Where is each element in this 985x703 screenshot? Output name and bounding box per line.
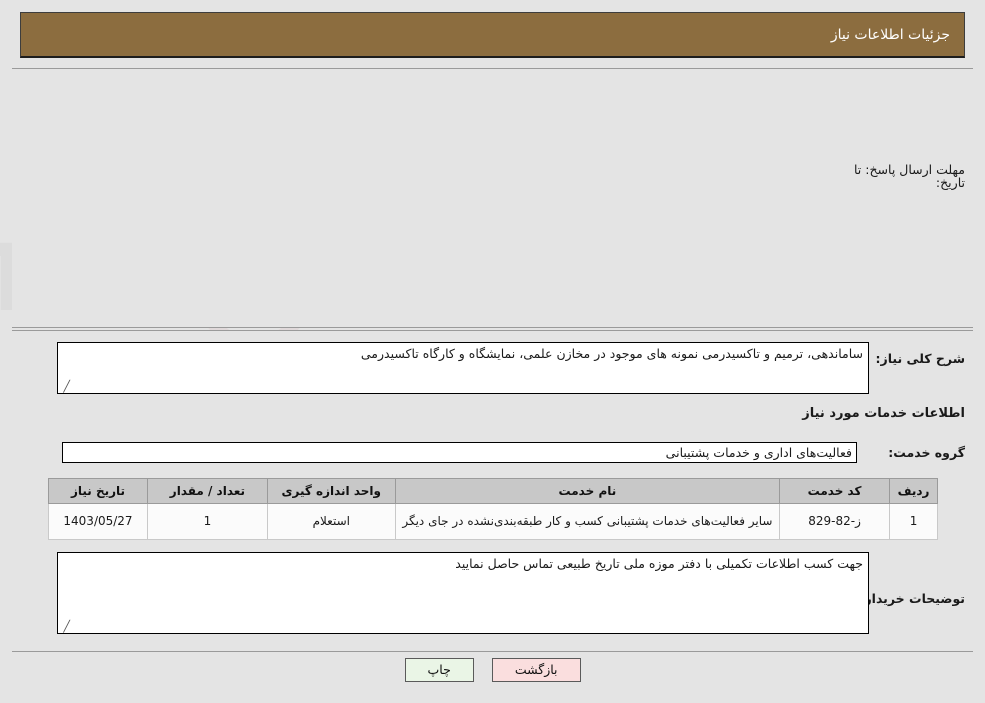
page-header: جزئیات اطلاعات نیاز [20,12,965,58]
col-header-need-date: تاریخ نیاز [48,478,148,504]
cell-radif: 1 [889,503,938,540]
cell-quantity: 1 [147,503,268,540]
service-group-value: فعالیت‌های اداری و خدمات پشتیبانی [62,441,857,463]
resize-grip-icon-notes[interactable]: ╱ [60,621,70,632]
footer-buttons: بازگشت چاپ [0,658,985,682]
table-row: 1 ز-82-829 سایر فعالیت‌های خدمات پشتیبان… [48,503,938,540]
print-button[interactable]: چاپ [404,658,474,682]
need-summary-panel [12,68,973,328]
cell-service-code: ز-82-829 [779,503,891,540]
general-description-value: ساماندهی، ترمیم و تاکسیدرمی نمونه های مو… [360,346,863,361]
buyer-notes-textarea[interactable]: جهت کسب اطلاعات تکمیلی با دفتر موزه ملی … [57,552,869,634]
services-table: ردیف کد خدمت نام خدمت واحد اندازه گیری ت… [48,478,938,540]
col-header-service-name: نام خدمت [394,478,781,504]
resize-grip-icon[interactable]: ╱ [60,381,70,392]
page-root: AriaTender .net جزئیات اطلاعات نیاز شمار… [0,0,985,703]
cell-service-name: سایر فعالیت‌های خدمات پشتیبانی کسب و کار… [394,503,781,540]
buyer-notes-label-wrap: توضیحات خریدار: [859,588,965,607]
cell-need-date: 1403/05/27 [48,503,148,540]
col-header-unit: واحد اندازه گیری [266,478,396,504]
col-header-radif: ردیف [889,478,938,504]
col-header-service-code: کد خدمت [779,478,891,504]
col-header-quantity: تعداد / مقدار [147,478,268,504]
deadline-label-wrap: مهلت ارسال پاسخ: تا تاریخ: [849,163,965,189]
general-description-textarea[interactable]: ساماندهی، ترمیم و تاکسیدرمی نمونه های مو… [57,342,869,394]
page-title: جزئیات اطلاعات نیاز [830,26,950,43]
general-description-label-wrap: شرح کلی نیاز: [876,348,965,367]
buyer-notes-label: توضیحات خریدار: [859,591,965,606]
cell-unit: استعلام [266,503,396,540]
buyer-notes-value: جهت کسب اطلاعات تکمیلی با دفتر موزه ملی … [455,556,863,571]
back-button[interactable]: بازگشت [491,658,581,682]
table-header-row: ردیف کد خدمت نام خدمت واحد اندازه گیری ت… [48,478,938,504]
service-group-label: گروه خدمت: [888,444,965,460]
deadline-label: مهلت ارسال پاسخ: تا تاریخ: [854,162,965,190]
services-section-title: اطلاعات خدمات مورد نیاز [802,406,965,421]
general-description-label: شرح کلی نیاز: [875,351,965,366]
field-service-group: گروه خدمت: فعالیت‌های اداری و خدمات پشتی… [62,441,965,463]
